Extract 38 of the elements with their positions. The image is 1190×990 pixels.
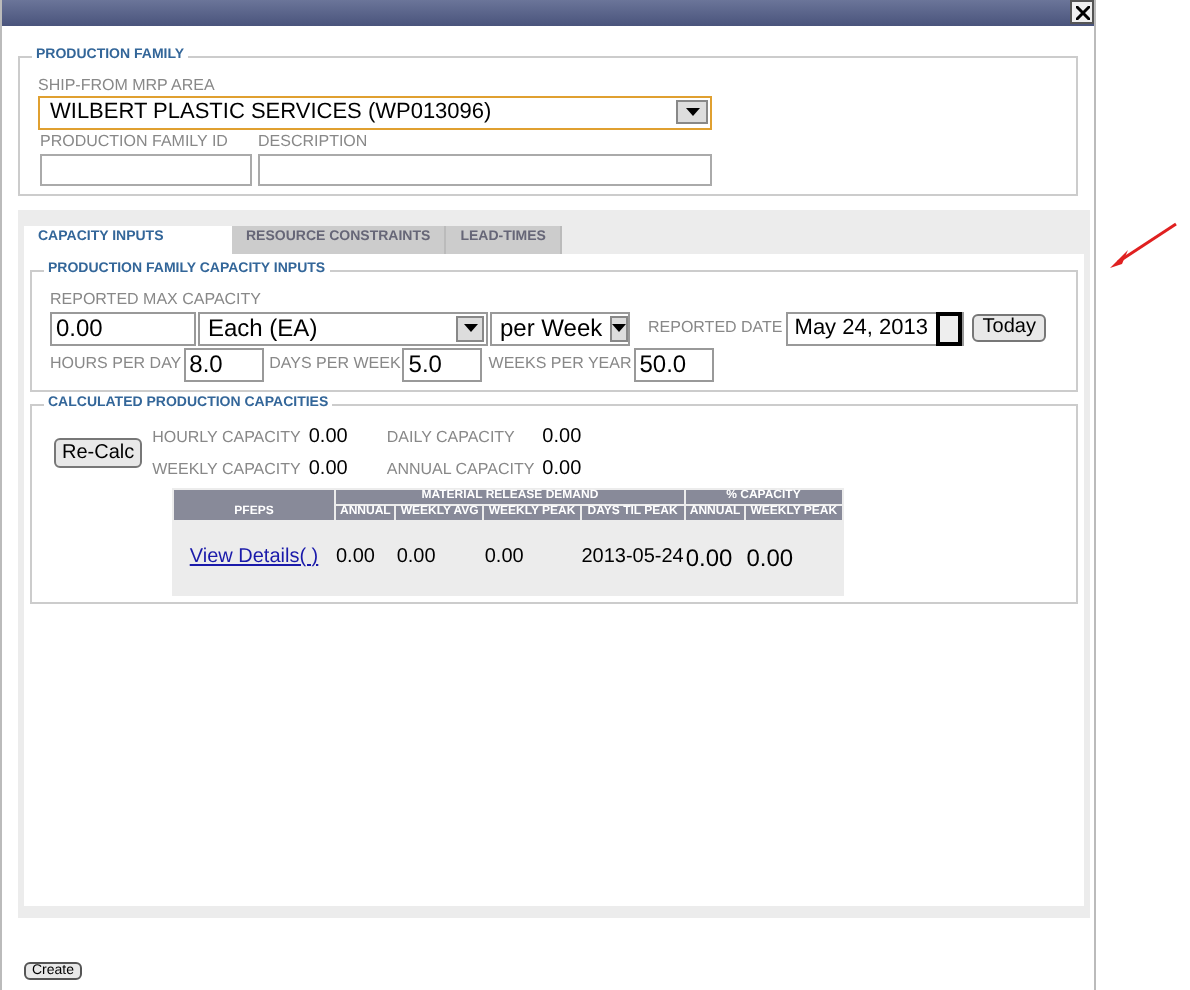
metric-value: 0.00 [308, 459, 350, 479]
table-cell: 0.00 [484, 546, 524, 568]
field-label: DAYS PER WEEK [269, 356, 401, 372]
input-field[interactable] [40, 153, 252, 185]
metric-label: ANNUAL CAPACITY [386, 461, 535, 477]
input-field[interactable]: 0.00 [50, 311, 196, 345]
field-label: PRODUCTION FAMILY ID [40, 133, 230, 149]
recalc-button[interactable]: Re-Calc [54, 438, 143, 468]
close-icon[interactable] [1070, 0, 1094, 24]
field-label: SHIP-FROM MRP AREA [38, 77, 217, 93]
table-cell: 2013-05-24 [581, 546, 684, 568]
table-cell: 0.00 [685, 543, 733, 571]
dropdown[interactable]: Each (EA) [198, 311, 488, 345]
today-button[interactable]: Today [972, 314, 1046, 342]
metric-label: WEEKLY CAPACITY [152, 461, 301, 477]
input-field[interactable]: 5.0 [402, 347, 483, 381]
table-cell: 0.00 [396, 546, 436, 568]
field-label: WEEKS PER YEAR [488, 356, 632, 372]
calendar-icon[interactable] [936, 311, 963, 345]
field-label: REPORTED DATE [648, 320, 783, 336]
table-cell: 0.00 [336, 546, 375, 568]
dropdown[interactable]: per Week [490, 311, 630, 345]
metric-label: HOURLY CAPACITY [152, 429, 301, 445]
view-details-link[interactable]: View Details( ) [189, 546, 319, 568]
input-field[interactable]: 50.0 [633, 347, 714, 381]
input-field[interactable] [258, 153, 712, 185]
dropdown[interactable]: WILBERT PLASTIC SERVICES (WP013096) [38, 95, 712, 129]
metric-value: 0.00 [308, 427, 350, 447]
table-cell: 0.00 [746, 543, 794, 571]
field-label: DESCRIPTION [258, 133, 370, 149]
date-field[interactable]: May 24, 2013 [786, 311, 965, 345]
arrow-icon [1110, 222, 1178, 270]
field-label: HOURS PER DAY [50, 356, 182, 372]
input-field[interactable]: 8.0 [183, 347, 264, 381]
metric-label: DAILY CAPACITY [386, 429, 517, 445]
metric-value: 0.00 [542, 427, 584, 447]
field-label: REPORTED MAX CAPACITY [50, 291, 263, 307]
metric-value: 0.00 [542, 459, 584, 479]
